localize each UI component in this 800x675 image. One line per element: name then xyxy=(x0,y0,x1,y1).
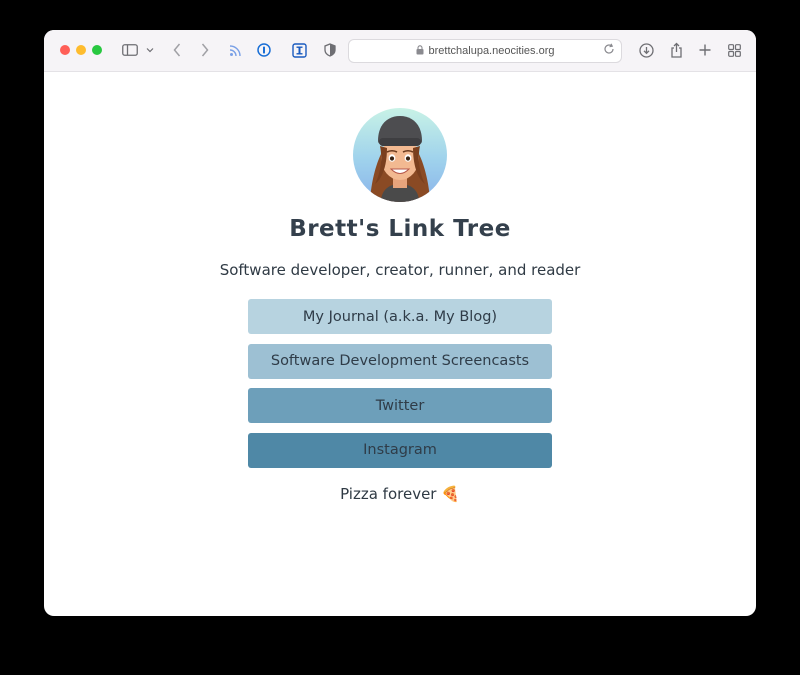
page-title: Brett's Link Tree xyxy=(289,216,511,242)
link-screencasts-button[interactable]: Software Development Screencasts xyxy=(248,343,552,379)
footer-text: Pizza forever 🍕 xyxy=(340,485,460,503)
sidebar-icon[interactable] xyxy=(121,40,139,60)
chevron-down-icon[interactable] xyxy=(144,40,156,60)
link-twitter-button[interactable]: Twitter xyxy=(248,388,552,423)
downloads-icon[interactable] xyxy=(638,40,654,60)
memoji-avatar-image xyxy=(370,116,430,202)
tab-overview-icon[interactable] xyxy=(726,40,742,60)
reader-extension-icon[interactable] xyxy=(291,40,307,60)
minimize-window-button[interactable] xyxy=(76,45,86,55)
address-url: brettchalupa.neocities.org xyxy=(428,45,555,57)
browser-window: brettchalupa.neocities.org Brett's Link … xyxy=(44,30,756,616)
new-tab-icon[interactable] xyxy=(697,40,713,60)
zoom-window-button[interactable] xyxy=(92,45,102,55)
avatar xyxy=(353,108,447,202)
link-journal-button[interactable]: My Journal (a.k.a. My Blog) xyxy=(248,299,552,334)
link-instagram-button[interactable]: Instagram xyxy=(248,432,552,468)
page-subtitle: Software developer, creator, runner, and… xyxy=(219,261,581,279)
address-bar[interactable]: brettchalupa.neocities.org xyxy=(348,39,622,63)
rss-icon[interactable] xyxy=(227,40,243,60)
shield-icon[interactable] xyxy=(322,40,338,60)
password-manager-icon[interactable] xyxy=(256,40,272,60)
reload-icon[interactable] xyxy=(603,43,615,58)
close-window-button[interactable] xyxy=(60,45,70,55)
forward-icon[interactable] xyxy=(198,40,212,60)
back-icon[interactable] xyxy=(170,40,184,60)
share-icon[interactable] xyxy=(668,40,684,60)
link-list: My Journal (a.k.a. My Blog) Software Dev… xyxy=(248,299,552,477)
page-content: Brett's Link Tree Software developer, cr… xyxy=(44,72,756,616)
lock-icon xyxy=(416,44,424,58)
browser-toolbar: brettchalupa.neocities.org xyxy=(44,30,756,72)
